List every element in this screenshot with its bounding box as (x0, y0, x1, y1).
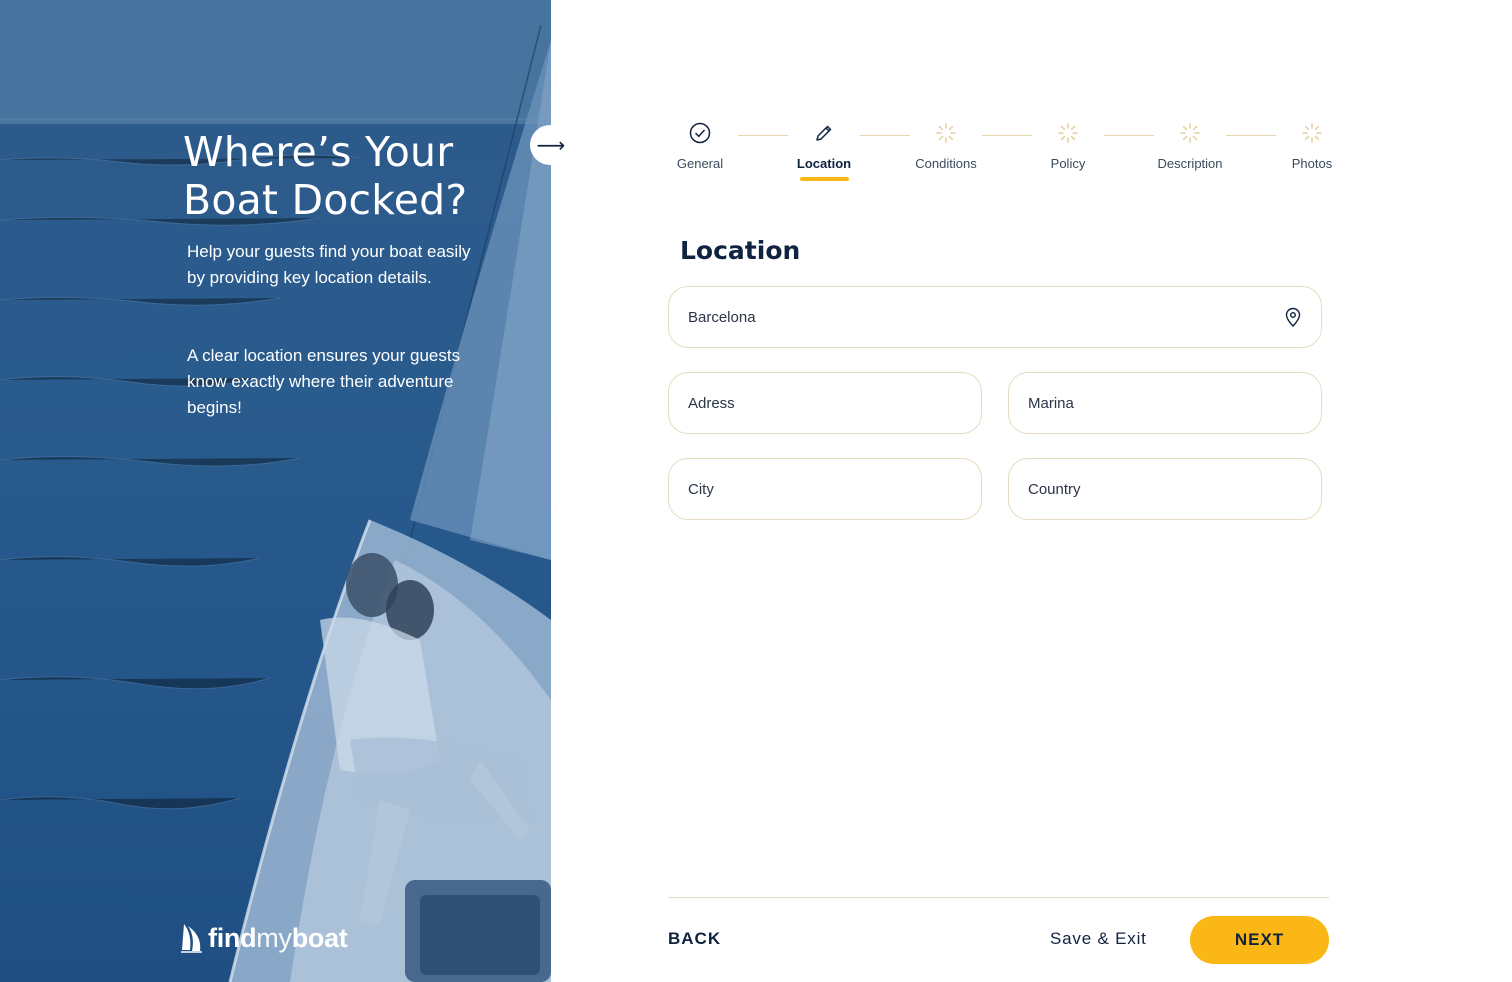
marina-field[interactable] (1008, 372, 1322, 434)
step-description[interactable]: Description (1140, 120, 1240, 171)
page: Where’s Your Boat Docked? Help your gues… (0, 0, 1512, 982)
pencil-icon (812, 120, 836, 146)
spinner-icon (1300, 120, 1324, 146)
city-input[interactable] (688, 480, 962, 498)
sail-icon (181, 924, 202, 953)
findmyboat-logo[interactable]: find my boat (180, 922, 348, 954)
hero-title: Where’s Your Boat Docked? (183, 128, 523, 224)
step-location[interactable]: Location (774, 120, 874, 181)
back-button[interactable]: BACK (668, 929, 721, 949)
spinner-icon (1056, 120, 1080, 146)
check-circle-icon (688, 120, 712, 146)
section-title: Location (680, 236, 801, 265)
logo-text-boat: boat (291, 922, 348, 953)
logo-text-my: my (256, 922, 292, 953)
spinner-icon (1178, 120, 1202, 146)
active-step-indicator (799, 177, 849, 181)
spinner-icon (934, 120, 958, 146)
step-label: Policy (1050, 156, 1086, 171)
location-search-field[interactable] (668, 286, 1322, 348)
hero-panel: Where’s Your Boat Docked? Help your gues… (0, 0, 551, 982)
step-label: Location (796, 156, 852, 171)
progress-stepper: General Location Conditions Policy Descr… (660, 120, 1360, 190)
location-search-input[interactable] (688, 308, 1284, 326)
hero-paragraph-2: A clear location ensures your guests kno… (187, 346, 461, 417)
arrow-right-icon: ⟶ (536, 134, 566, 157)
hero-paragraph-1: Help your guests find your boat easily b… (187, 242, 471, 287)
hero-title-line1: Where’s Your (183, 128, 454, 176)
step-photos[interactable]: Photos (1262, 120, 1362, 171)
save-and-exit-button[interactable]: Save & Exit (1050, 929, 1147, 949)
map-pin-icon[interactable] (1284, 307, 1302, 327)
country-field[interactable] (1008, 458, 1322, 520)
logo-text-find: find (208, 922, 257, 953)
country-input[interactable] (1028, 480, 1302, 498)
hero-title-line2: Boat Docked? (183, 176, 468, 224)
step-label: Conditions (915, 156, 977, 171)
step-general[interactable]: General (650, 120, 750, 171)
address-field[interactable] (668, 372, 982, 434)
step-label: Photos (1291, 156, 1333, 171)
city-field[interactable] (668, 458, 982, 520)
address-input[interactable] (688, 394, 962, 412)
step-label: Description (1157, 156, 1223, 171)
step-label: General (676, 156, 724, 171)
collapse-panel-button[interactable]: ⟶ (530, 125, 572, 165)
footer-divider (668, 897, 1329, 898)
next-button[interactable]: NEXT (1190, 916, 1329, 964)
step-policy[interactable]: Policy (1018, 120, 1118, 171)
step-conditions[interactable]: Conditions (896, 120, 996, 171)
marina-input[interactable] (1028, 394, 1302, 412)
